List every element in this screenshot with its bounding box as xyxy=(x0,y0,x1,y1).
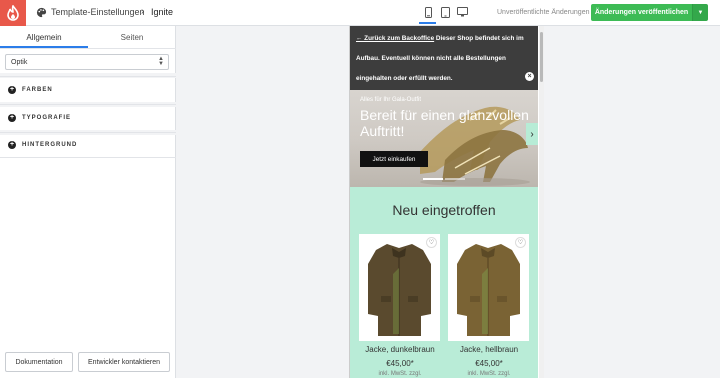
carousel-next-button[interactable]: › xyxy=(526,123,538,145)
wishlist-heart-icon[interactable]: ♡ xyxy=(426,237,437,248)
mobile-view-button[interactable] xyxy=(421,5,435,19)
carousel-indicator xyxy=(423,178,465,180)
tab-allgemein[interactable]: Allgemein xyxy=(0,26,88,48)
unpublished-changes-label[interactable]: Unveröffentlichte Änderungen xyxy=(497,9,590,16)
product-tax-note: inkl. MwSt. zzgl. xyxy=(467,371,511,377)
select-value: Optik xyxy=(11,58,28,66)
section-farben[interactable]: + FARBEN xyxy=(0,76,176,102)
settings-category-select[interactable]: Optik ▲ ▼ xyxy=(5,54,169,70)
hero-banner: Alles für Ihr Gala-Outfit Bereit für ein… xyxy=(350,90,538,187)
product-tax-note: inkl. MwSt. zzgl. xyxy=(378,371,422,377)
product-name[interactable]: Jacke, hellbraun xyxy=(444,345,534,354)
top-bar: Template-Einstellungen › Ignite Unveröff… xyxy=(0,0,720,26)
contact-developer-button[interactable]: Entwickler kontaktieren xyxy=(78,352,170,372)
tablet-view-button[interactable] xyxy=(438,5,452,19)
breadcrumb-template-settings[interactable]: Template-Einstellungen xyxy=(51,7,145,17)
desktop-view-button[interactable] xyxy=(455,5,469,19)
chevron-right-icon: › xyxy=(141,6,145,17)
divider xyxy=(0,48,176,49)
chevron-down-icon: ▼ xyxy=(697,9,704,16)
new-arrivals-section: Neu eingetroffen ♡ ♡ Jacke, dunkelbraun … xyxy=(350,187,538,378)
section-label: FARBEN xyxy=(22,86,53,93)
preview-scrollbar-thumb[interactable] xyxy=(540,32,543,82)
plus-circle-icon: + xyxy=(8,113,16,122)
sidebar: Allgemein Seiten Optik ▲ ▼ + FARBEN + TYP… xyxy=(0,26,176,378)
publish-dropdown-button[interactable]: ▼ xyxy=(692,4,708,21)
documentation-button[interactable]: Dokumentation xyxy=(5,352,73,372)
section-label: TYPOGRAFIE xyxy=(22,114,72,121)
logo[interactable] xyxy=(0,0,26,26)
chevron-right-icon: › xyxy=(530,128,534,140)
flame-logo-icon xyxy=(7,5,19,21)
product-name[interactable]: Jacke, dunkelbraun xyxy=(355,345,445,354)
product-price: €45,00* xyxy=(386,359,414,368)
construction-notice: ← Zurück zum Backoffice Dieser Shop befi… xyxy=(350,26,538,90)
hero-title: Bereit für einen glanzvollen Auftritt! xyxy=(360,107,529,139)
section-heading: Neu eingetroffen xyxy=(392,202,496,218)
active-device-indicator xyxy=(419,22,436,24)
page-title: Ignite xyxy=(151,7,174,17)
product-card[interactable]: ♡ xyxy=(448,234,529,341)
tab-seiten[interactable]: Seiten xyxy=(88,26,176,48)
jacket-dark-image xyxy=(368,244,431,336)
select-arrows-icon: ▲ ▼ xyxy=(158,56,164,67)
section-hintergrund[interactable]: + HINTERGRUND xyxy=(0,132,176,158)
plus-circle-icon: + xyxy=(8,85,16,94)
product-price: €45,00* xyxy=(475,359,503,368)
hero-subtitle: Alles für Ihr Gala-Outfit xyxy=(360,97,422,103)
jacket-light-image xyxy=(457,244,520,336)
section-label: HINTERGRUND xyxy=(22,142,78,148)
close-icon[interactable]: × xyxy=(525,72,534,81)
palette-icon xyxy=(36,7,47,18)
section-typografie[interactable]: + TYPOGRAFIE xyxy=(0,104,176,130)
tablet-icon xyxy=(440,6,450,18)
wishlist-heart-icon[interactable]: ♡ xyxy=(515,237,526,248)
shop-now-button[interactable]: Jetzt einkaufen xyxy=(360,151,428,167)
product-card[interactable]: ♡ xyxy=(359,234,440,341)
mobile-icon xyxy=(424,6,432,18)
publish-button[interactable]: Änderungen veröffentlichen xyxy=(591,4,692,21)
shop-preview-frame: ← Zurück zum Backoffice Dieser Shop befi… xyxy=(349,26,541,378)
plus-circle-icon: + xyxy=(8,141,16,149)
notice-text: Dieser Shop befindet sich im Aufbau. Eve… xyxy=(356,35,524,82)
desktop-icon xyxy=(456,7,468,17)
back-to-backoffice-link[interactable]: ← Zurück zum Backoffice xyxy=(356,35,434,42)
